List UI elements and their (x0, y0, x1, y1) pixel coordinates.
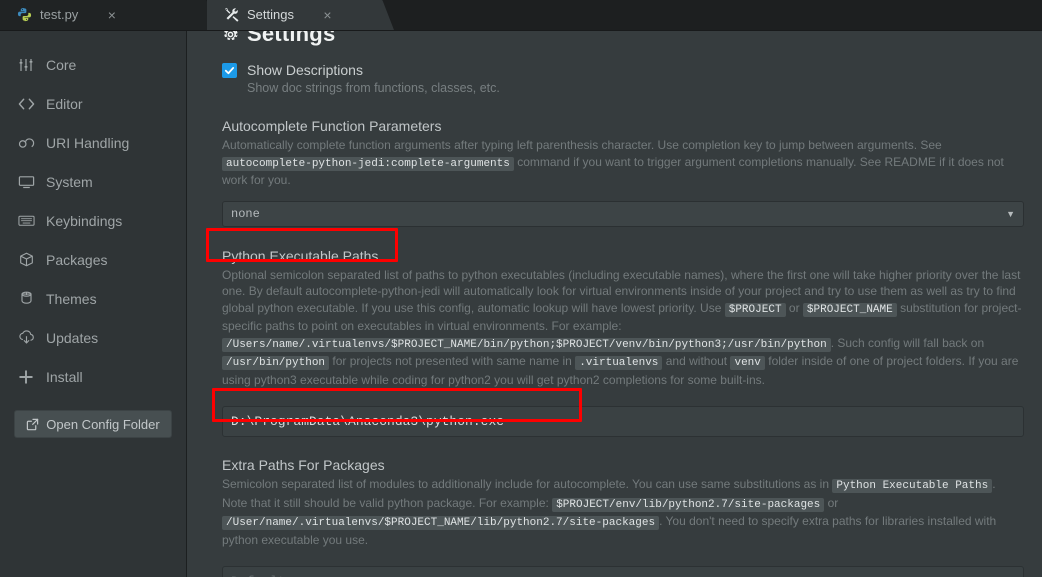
desc-text: for projects not presented with same nam… (332, 354, 571, 368)
inline-code: Python Executable Paths (832, 479, 992, 493)
settings-sidebar: Core Editor URI Handling (0, 31, 187, 577)
extra-paths-for-packages-label: Extra Paths For Packages (222, 456, 1024, 475)
show-descriptions-label: Show Descriptions (247, 61, 500, 79)
extra-paths-for-packages-input[interactable]: Default: (222, 566, 1024, 577)
autocomplete-function-parameters-field: Autocomplete Function Parameters Automat… (222, 117, 1024, 227)
show-descriptions-checkbox[interactable] (222, 63, 237, 78)
inline-code: autocomplete-python-jedi:complete-argume… (222, 157, 514, 171)
inline-code: /User/name/.virtualenvs/$PROJECT_NAME/li… (222, 516, 659, 530)
page-title-text: Settings (247, 31, 335, 47)
link-cloud-icon (16, 134, 36, 152)
tab-bar-empty-space (383, 0, 1042, 30)
sidebar-item-label: URI Handling (46, 135, 129, 151)
sidebar-item-label: Install (46, 369, 83, 385)
plus-icon (16, 368, 36, 386)
inline-code: /Users/name/.virtualenvs/$PROJECT_NAME/b… (222, 338, 831, 352)
sliders-icon (16, 56, 36, 74)
sidebar-item-editor[interactable]: Editor (0, 84, 186, 123)
show-descriptions-description: Show doc strings from functions, classes… (247, 80, 500, 97)
inline-code: $PROJECT_NAME (803, 303, 897, 317)
python-icon (16, 6, 33, 23)
keyboard-icon (16, 212, 36, 230)
package-box-icon (16, 251, 36, 269)
inline-code: /usr/bin/python (222, 356, 329, 370)
sidebar-item-label: Themes (46, 291, 97, 307)
desc-text: . Such config will fall back on (831, 336, 984, 350)
page-title: Settings (222, 31, 1024, 47)
extra-paths-for-packages-description: Semicolon separated list of modules to a… (222, 476, 1024, 548)
sidebar-item-label: Editor (46, 96, 83, 112)
sidebar-item-install[interactable]: Install (0, 357, 186, 396)
desc-text: or (828, 496, 839, 510)
open-config-folder-button[interactable]: Open Config Folder (14, 410, 172, 438)
desc-text: Semicolon separated list of modules to a… (222, 477, 829, 491)
code-brackets-icon (16, 95, 36, 113)
sidebar-item-label: Keybindings (46, 213, 122, 229)
python-executable-paths-field: Python Executable Paths Optional semicol… (222, 247, 1024, 438)
spacer (222, 548, 1024, 566)
content-right-gutter (1030, 31, 1042, 577)
autocomplete-function-parameters-select[interactable]: none ▼ (222, 201, 1024, 227)
tab-close-icon[interactable]: × (104, 7, 119, 22)
sidebar-item-uri-handling[interactable]: URI Handling (0, 123, 186, 162)
paint-bucket-icon (16, 290, 36, 308)
sidebar-item-label: System (46, 174, 93, 190)
settings-content-panel[interactable]: Settings Show Descriptions Show doc stri… (187, 31, 1042, 577)
tab-close-icon[interactable]: × (320, 7, 335, 22)
tab-label: Settings (247, 7, 294, 22)
inline-code: $PROJECT (725, 303, 786, 317)
desc-text: Automatically complete function argument… (222, 138, 942, 152)
autocomplete-function-parameters-description: Automatically complete function argument… (222, 137, 1024, 189)
sidebar-item-updates[interactable]: Updates (0, 318, 186, 357)
open-config-folder-label: Open Config Folder (46, 417, 159, 432)
sidebar-item-label: Packages (46, 252, 107, 268)
spacer (222, 388, 1024, 406)
desc-text: and without (666, 354, 727, 368)
open-config-folder-wrap: Open Config Folder (0, 396, 186, 438)
inline-code: venv (730, 356, 764, 370)
external-link-icon (26, 418, 39, 431)
tab-label: test.py (40, 7, 78, 22)
python-executable-paths-label: Python Executable Paths (222, 247, 1024, 266)
input-value: D:\ProgramData\Anaconda3\python.exe (231, 414, 504, 429)
tab-test-py[interactable]: test.py × (0, 0, 207, 30)
window-body: Core Editor URI Handling (0, 31, 1042, 577)
atom-settings-window: test.py × Settings × (0, 0, 1042, 577)
extra-paths-for-packages-field: Extra Paths For Packages Semicolon separ… (222, 456, 1024, 577)
inline-code: $PROJECT/env/lib/python2.7/site-packages (552, 498, 824, 512)
show-descriptions-text: Show Descriptions Show doc strings from … (247, 61, 500, 97)
chevron-down-icon: ▼ (1006, 209, 1015, 219)
tools-icon (223, 6, 240, 23)
spacer (222, 442, 1024, 456)
desc-text: or (789, 301, 800, 315)
tab-settings[interactable]: Settings × (207, 0, 383, 30)
sidebar-item-label: Core (46, 57, 76, 73)
sidebar-item-themes[interactable]: Themes (0, 279, 186, 318)
inline-code: .virtualenvs (575, 356, 662, 370)
gear-icon (222, 31, 239, 43)
sidebar-item-system[interactable]: System (0, 162, 186, 201)
select-value: none (231, 207, 260, 221)
sidebar-item-packages[interactable]: Packages (0, 240, 186, 279)
sidebar-item-keybindings[interactable]: Keybindings (0, 201, 186, 240)
python-executable-paths-input[interactable]: D:\ProgramData\Anaconda3\python.exe (222, 406, 1024, 437)
autocomplete-function-parameters-label: Autocomplete Function Parameters (222, 117, 1024, 136)
settings-content-inner: Settings Show Descriptions Show doc stri… (222, 31, 1024, 577)
sidebar-item-core[interactable]: Core (0, 45, 186, 84)
show-descriptions-row[interactable]: Show Descriptions Show doc strings from … (222, 61, 1024, 97)
spacer (222, 237, 1024, 247)
monitor-icon (16, 173, 36, 191)
tab-bar: test.py × Settings × (0, 0, 1042, 31)
python-executable-paths-description: Optional semicolon separated list of pat… (222, 267, 1024, 389)
cloud-download-icon (16, 329, 36, 347)
sidebar-item-label: Updates (46, 330, 98, 346)
